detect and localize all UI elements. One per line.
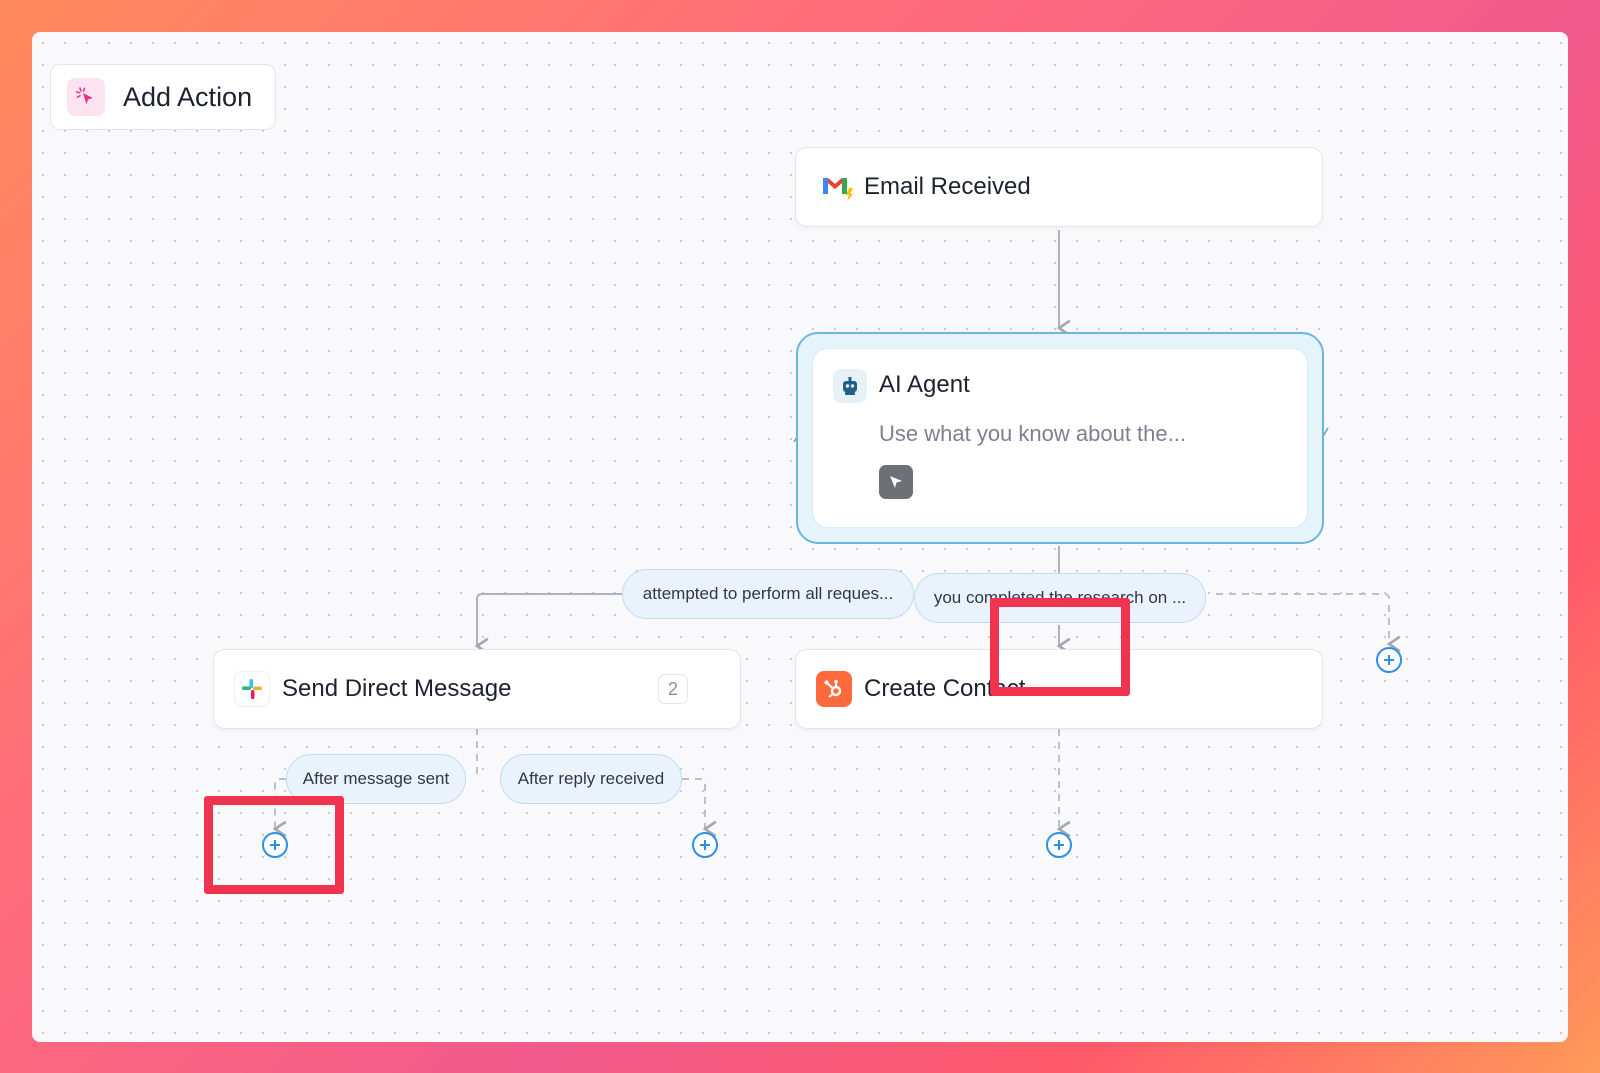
cursor-icon[interactable] xyxy=(879,465,913,499)
highlight-box xyxy=(204,796,344,894)
step-count-badge: 2 xyxy=(658,674,688,704)
add-action-label: Add Action xyxy=(123,81,253,112)
branch-pill-attempted[interactable]: attempted to perform all reques... xyxy=(622,569,914,619)
ai-agent-card[interactable]: AI Agent Use what you know about the... xyxy=(812,348,1308,528)
slack-node-label: Send Direct Message xyxy=(282,675,512,702)
slack-icon xyxy=(234,671,270,707)
ai-agent-node[interactable]: AI Agent Use what you know about the... xyxy=(796,332,1324,544)
ai-agent-title: AI Agent xyxy=(879,371,970,398)
add-action-button[interactable]: Add Action xyxy=(50,64,276,130)
robot-icon xyxy=(833,369,867,403)
branch-pill-after-reply-received[interactable]: After reply received xyxy=(500,754,682,804)
add-step-plus-icon[interactable] xyxy=(692,832,718,858)
workflow-canvas[interactable]: Add Action Email Received AI Agent Use w… xyxy=(32,32,1568,1042)
trigger-node-email-received[interactable]: Email Received xyxy=(795,147,1323,227)
magic-cursor-icon xyxy=(67,78,105,116)
trigger-node-label: Email Received xyxy=(864,173,1031,200)
add-step-plus-icon[interactable] xyxy=(1046,832,1072,858)
gmail-icon xyxy=(820,172,856,202)
ai-agent-description: Use what you know about the... xyxy=(879,421,1186,446)
hubspot-icon xyxy=(816,671,852,707)
highlight-box xyxy=(990,598,1130,696)
add-step-plus-icon[interactable] xyxy=(1376,647,1402,673)
slack-send-direct-message-node[interactable]: Send Direct Message 2 xyxy=(213,649,741,729)
